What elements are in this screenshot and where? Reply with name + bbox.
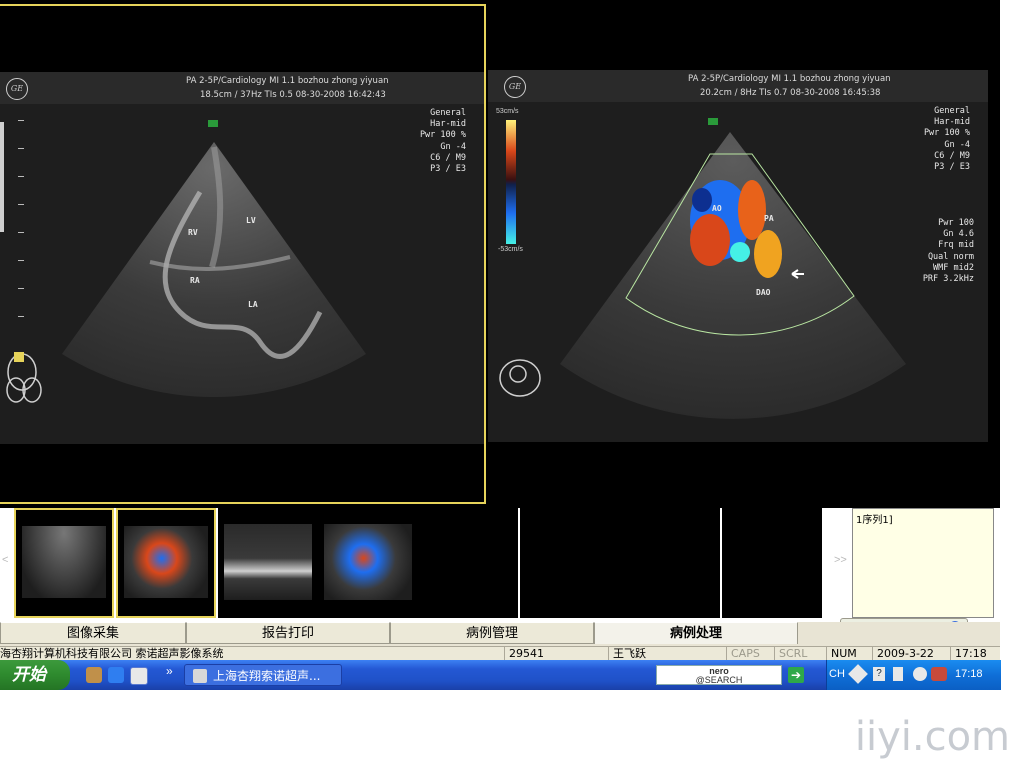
app-window-icon	[193, 669, 207, 683]
quicklaunch-app-icon[interactable]	[86, 667, 102, 683]
label-rv: RV	[188, 228, 198, 237]
volume-icon[interactable]	[893, 667, 903, 681]
start-label: 开始	[12, 665, 46, 685]
label-lv: LV	[246, 216, 256, 225]
status-caps: CAPS	[726, 647, 775, 661]
status-num: NUM	[826, 647, 871, 661]
nero-search-label: @SEARCH	[695, 675, 743, 685]
tab-bar: 图像采集 报告打印 病例管理 病例处理	[0, 622, 1000, 646]
tab-report-print[interactable]: 报告打印	[186, 622, 390, 644]
viewer-pane-left[interactable]: GE PA 2-5P/Cardiology MI 1.1 bozhou zhon…	[0, 4, 486, 504]
label-pa: PA	[764, 214, 774, 223]
thumbnail-2[interactable]	[116, 508, 216, 618]
doppler-param: Gn 4.6	[943, 229, 974, 240]
doppler-params: Pwr 100 Gn 4.6 Frq mid Qual norm WMF mid…	[923, 218, 974, 285]
thumbnail-image	[324, 524, 412, 600]
color-scale-bottom: -53cm/s	[498, 246, 523, 253]
thumbnail-slot-empty[interactable]	[722, 508, 822, 618]
quicklaunch-overflow-icon[interactable]: »	[166, 664, 173, 678]
ultrasound-image-right: GE PA 2-5P/Cardiology MI 1.1 bozhou zhon…	[488, 70, 988, 442]
taskbar-window-button[interactable]: 上海杏翔索诺超声...	[184, 664, 342, 686]
doppler-param: Frq mid	[938, 240, 974, 251]
status-user: 王飞跃	[608, 647, 723, 661]
status-company: 海杏翔计算机科技有限公司 索诺超声影像系统	[0, 647, 224, 660]
label-la: LA	[248, 300, 258, 309]
label-dao: DAO	[756, 288, 771, 297]
task-label: 上海杏翔索诺超声...	[213, 669, 321, 683]
status-number: 29541	[504, 647, 605, 661]
nero-search-box[interactable]: nero @SEARCH	[656, 665, 782, 685]
thumbnail-image	[224, 524, 312, 600]
scan-params: General Har-mid Pwr 100 % Gn -4 C6 / M9 …	[923, 106, 970, 173]
series-box[interactable]: 1序列1]	[852, 508, 994, 618]
color-doppler-sector	[499, 118, 906, 419]
color-scale-top: 53cm/s	[496, 108, 519, 115]
help-icon[interactable]: ?	[873, 667, 885, 681]
thumbnail-slot-empty[interactable]	[418, 508, 518, 618]
echo-sector-left	[0, 120, 366, 403]
watermark: iiyi.com	[854, 714, 1010, 760]
tab-case-management[interactable]: 病例管理	[390, 622, 594, 644]
scan-params: General Har-mid Pwr 100 % Gn -4 C6 / M9 …	[419, 108, 466, 175]
thumbnail-1[interactable]	[14, 508, 114, 618]
status-scrl: SCRL	[774, 647, 827, 661]
ultrasound-image-left: GE PA 2-5P/Cardiology MI 1.1 bozhou zhon…	[0, 72, 484, 444]
system-tray: CH ? 17:18	[826, 660, 1001, 690]
thumbnail-prev-arrow[interactable]: <	[2, 554, 8, 566]
network-icon[interactable]	[848, 664, 868, 684]
thumbnail-slot-empty[interactable]	[520, 508, 620, 618]
tray-expand-icon[interactable]	[913, 667, 927, 681]
thumbnail-image	[124, 526, 208, 598]
status-date: 2009-3-22	[872, 647, 951, 661]
tray-app-icon[interactable]	[931, 667, 947, 681]
tab-image-capture[interactable]: 图像采集	[0, 622, 186, 644]
start-button[interactable]: 开始	[0, 660, 70, 690]
thumbnail-strip: < >>	[0, 508, 1000, 620]
image-viewer: GE PA 2-5P/Cardiology MI 1.1 bozhou zhon…	[0, 0, 1000, 508]
taskbar: 开始 » 上海杏翔索诺超声... nero @SEARCH ➔ CH ? 17:…	[0, 660, 1001, 690]
depth-scale	[0, 120, 30, 350]
doppler-param: Pwr 100	[938, 218, 974, 228]
thumbnail-slot-empty[interactable]	[620, 508, 720, 618]
ie-icon[interactable]	[108, 667, 124, 683]
tray-clock[interactable]: 17:18	[955, 668, 983, 680]
label-ra: RA	[190, 276, 200, 285]
viewer-pane-right[interactable]: GE PA 2-5P/Cardiology MI 1.1 bozhou zhon…	[488, 4, 988, 504]
label-ao: AO	[712, 204, 722, 213]
thumbnail-4[interactable]	[318, 508, 418, 618]
doppler-param: PRF 3.2kHz	[922, 274, 974, 285]
doppler-param: Qual norm	[927, 251, 974, 262]
go-arrow-icon[interactable]: ➔	[788, 667, 804, 683]
show-desktop-icon[interactable]	[130, 667, 148, 685]
thumbnail-image	[22, 526, 106, 598]
status-bar: 海杏翔计算机科技有限公司 索诺超声影像系统 29541 王飞跃 CAPS SCR…	[0, 646, 1000, 661]
tab-case-processing[interactable]: 病例处理	[594, 622, 798, 644]
thumbnail-3[interactable]	[218, 508, 318, 618]
thumbnail-next-arrow[interactable]: >>	[834, 554, 847, 566]
series-label: 1序列1]	[856, 515, 893, 526]
doppler-param: WMF mid2	[933, 262, 974, 273]
language-indicator[interactable]: CH	[829, 668, 845, 680]
status-time: 17:18	[950, 647, 1001, 661]
